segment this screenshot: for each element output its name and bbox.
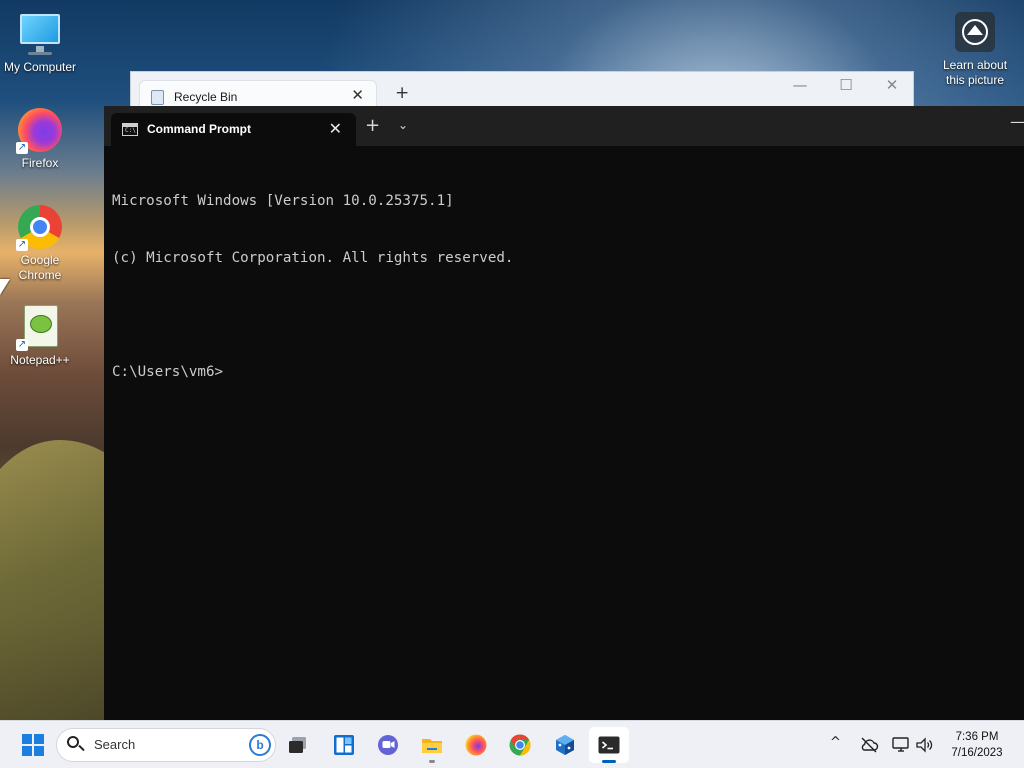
minimize-button[interactable]: —: [1010, 112, 1024, 131]
close-tab-icon[interactable]: ✕: [329, 119, 342, 138]
computer-icon: [16, 10, 64, 58]
taskbar-chrome[interactable]: [500, 727, 540, 763]
onedrive-offline-icon[interactable]: [859, 735, 879, 755]
terminal-icon: [598, 736, 620, 754]
maximize-button[interactable]: ☐: [823, 76, 869, 94]
close-button[interactable]: ✕: [869, 76, 915, 94]
clock-date: 7/16/2023: [951, 747, 1003, 759]
shortcut-arrow-icon: ↗: [16, 142, 28, 154]
terminal-titlebar[interactable]: C:\ Command Prompt ✕ + ⌄ —: [104, 106, 1024, 146]
explorer-tab-label: Recycle Bin: [174, 90, 238, 104]
minimize-button[interactable]: —: [777, 76, 823, 94]
shortcut-arrow-icon: ↗: [16, 339, 28, 351]
running-indicator: [429, 760, 435, 763]
volume-icon[interactable]: [915, 735, 935, 755]
firefox-icon: [465, 734, 487, 756]
firefox-icon: ↗: [16, 106, 64, 154]
desktop-icon-notepad-plus-plus[interactable]: ↗ Notepad++: [0, 303, 80, 367]
taskbar: Search b ^ 7:36 PM 7/16/2023: [0, 720, 1024, 768]
taskbar-terminal[interactable]: [589, 727, 629, 763]
taskbar-clock[interactable]: 7:36 PM 7/16/2023: [940, 729, 1014, 761]
command-prompt-icon: C:\: [122, 123, 138, 136]
notepad-plus-plus-icon: ↗: [16, 303, 64, 351]
desktop-icon-label: My Computer: [3, 60, 77, 74]
learn-label-line1: Learn about: [942, 58, 1008, 72]
learn-label-line2: this picture: [945, 73, 1005, 87]
learn-about-picture[interactable]: Learn about this picture: [935, 12, 1015, 88]
recycle-bin-icon: [151, 90, 164, 105]
taskbar-chat[interactable]: [368, 727, 408, 763]
desktop-icon-firefox[interactable]: ↗ Firefox: [0, 106, 80, 170]
desktop-icon-label: Notepad++: [10, 353, 70, 367]
chevron-down-icon[interactable]: ⌄: [398, 118, 408, 132]
desktop-icon-label: Google Chrome: [18, 253, 62, 282]
taskbar-file-explorer[interactable]: [412, 727, 452, 763]
console-line: Microsoft Windows [Version 10.0.25375.1]: [112, 193, 454, 209]
desktop-icon-label: Firefox: [21, 156, 59, 170]
taskbar-task-view[interactable]: [278, 727, 318, 763]
terminal-tab-command-prompt[interactable]: C:\ Command Prompt ✕: [111, 113, 356, 146]
taskbar-firefox[interactable]: [456, 727, 496, 763]
search-input[interactable]: Search b: [56, 728, 276, 762]
active-indicator: [602, 760, 616, 763]
bing-icon[interactable]: b: [249, 734, 271, 756]
console-line: ​: [112, 306, 1012, 325]
shortcut-arrow-icon: ↗: [16, 239, 28, 251]
mouse-pointer: [0, 279, 10, 295]
show-hidden-icons-chevron[interactable]: ^: [830, 735, 841, 750]
spotlight-camera-icon: [955, 12, 995, 52]
clock-time: 7:36 PM: [955, 731, 999, 743]
terminal-window[interactable]: C:\ Command Prompt ✕ + ⌄ — Microsoft Win…: [104, 106, 1024, 720]
widgets-icon: [334, 735, 354, 755]
teams-chat-icon: [378, 735, 398, 755]
cube-app-icon: [556, 735, 574, 755]
search-icon: [67, 736, 85, 752]
taskbar-cube-app[interactable]: [545, 727, 585, 763]
close-tab-icon[interactable]: ✕: [351, 86, 364, 104]
new-tab-button[interactable]: +: [365, 115, 380, 136]
console-output[interactable]: Microsoft Windows [Version 10.0.25375.1]…: [112, 154, 1012, 420]
search-placeholder: Search: [94, 737, 136, 752]
file-explorer-window[interactable]: Recycle Bin ✕ + — ☐ ✕: [130, 71, 915, 112]
terminal-tab-label: Command Prompt: [147, 122, 252, 136]
chrome-icon: [509, 734, 531, 756]
network-icon[interactable]: [891, 735, 911, 755]
desktop-icon-google-chrome[interactable]: ↗ Google Chrome: [0, 203, 80, 283]
chrome-icon: ↗: [16, 203, 64, 251]
folder-icon: [422, 739, 442, 753]
taskbar-widgets[interactable]: [324, 727, 364, 763]
new-tab-button[interactable]: +: [395, 83, 409, 103]
console-line: (c) Microsoft Corporation. All rights re…: [112, 250, 514, 266]
start-button[interactable]: [13, 727, 53, 763]
windows-start-icon: [22, 734, 44, 756]
command-prompt-line[interactable]: C:\Users\vm6>: [112, 363, 1012, 382]
task-view-icon: [289, 737, 306, 753]
desktop-icon-my-computer[interactable]: My Computer: [0, 10, 80, 74]
